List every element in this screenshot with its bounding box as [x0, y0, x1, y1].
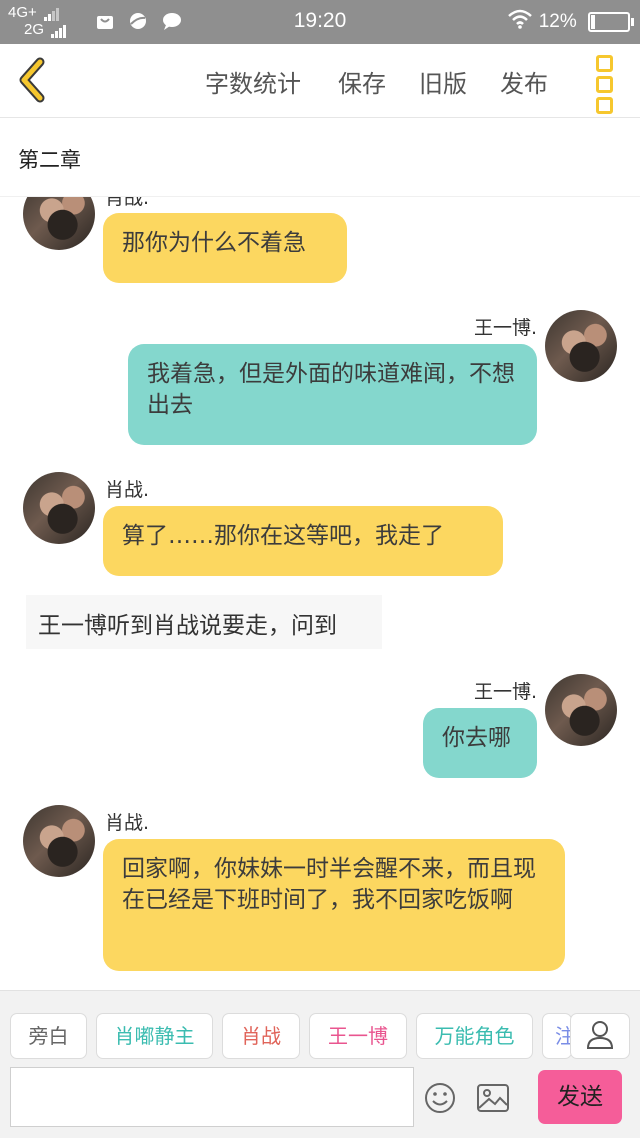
editor-toolbar: 字数统计 保存 旧版 发布 [0, 44, 640, 118]
chevron-left-icon [19, 57, 45, 103]
avatar[interactable] [545, 310, 617, 382]
message-bubble[interactable]: 我着急，但是外面的味道难闻，不想出去 [128, 344, 537, 445]
more-options-button[interactable] [596, 55, 616, 114]
chapter-title-bar[interactable]: 第二章 [0, 118, 640, 197]
emoji-button[interactable] [424, 1082, 456, 1114]
insert-image-button[interactable] [476, 1082, 510, 1114]
role-chip-narration[interactable]: 旁白 [10, 1013, 87, 1059]
message-input[interactable] [10, 1067, 414, 1127]
speaker-name: 王一博. [473, 681, 537, 703]
role-chip-xiaodu[interactable]: 肖嘟静主 [96, 1013, 213, 1059]
old-version-button[interactable]: 旧版 [419, 64, 467, 99]
message-bubble[interactable]: 你去哪 [423, 708, 537, 778]
chat-area[interactable]: 肖战. 那你为什么不着急 王一博. 我着急，但是外面的味道难闻，不想出去 肖战.… [0, 196, 640, 990]
status-bar: 4G+ 2G 19:20 12% [0, 0, 640, 44]
publish-button[interactable]: 发布 [500, 64, 548, 99]
message-bubble[interactable]: 回家啊，你妹妹一时半会醒不来，而且现在已经是下班时间了，我不回家吃饭啊 [103, 839, 565, 971]
avatar[interactable] [545, 674, 617, 746]
word-count-button[interactable]: 字数统计 [205, 64, 301, 99]
save-button[interactable]: 保存 [338, 64, 386, 99]
role-selector-bar: 旁白 肖嘟静主 肖战 王一博 万能角色 注 [0, 990, 640, 1065]
avatar[interactable] [23, 472, 95, 544]
narration-text[interactable]: 王一博听到肖战说要走，问到 [26, 595, 382, 649]
more-dot [596, 55, 613, 72]
speaker-name: 肖战. [105, 196, 150, 209]
role-chip-xiaozhan[interactable]: 肖战 [222, 1013, 300, 1059]
avatar[interactable] [23, 196, 95, 250]
more-dot [596, 97, 613, 114]
avatar[interactable] [23, 805, 95, 877]
battery-percent: 12% [538, 11, 577, 32]
chapter-title: 第二章 [18, 148, 81, 172]
role-chip-wangyibo[interactable]: 王一博 [309, 1013, 407, 1059]
back-button[interactable] [14, 56, 54, 104]
smiley-icon [425, 1083, 455, 1113]
status-right: 12% [507, 9, 634, 35]
image-icon [477, 1084, 509, 1112]
speaker-name: 王一博. [473, 317, 537, 339]
battery-level [591, 15, 595, 29]
role-chip-universal[interactable]: 万能角色 [416, 1013, 533, 1059]
speaker-name: 肖战. [105, 812, 150, 834]
send-button[interactable]: 发送 [538, 1070, 622, 1124]
message-bubble[interactable]: 那你为什么不着急 [103, 213, 347, 283]
more-dot [596, 76, 613, 93]
battery-icon [588, 12, 634, 32]
person-icon [586, 1021, 614, 1049]
role-chip-more[interactable]: 注 [542, 1013, 572, 1059]
message-bubble[interactable]: 算了……那你在这等吧，我走了 [103, 506, 503, 576]
add-role-button[interactable] [570, 1013, 630, 1059]
message-input-bar: 发送 [0, 1064, 640, 1138]
wifi-icon [507, 9, 533, 35]
speaker-name: 肖战. [105, 479, 150, 501]
